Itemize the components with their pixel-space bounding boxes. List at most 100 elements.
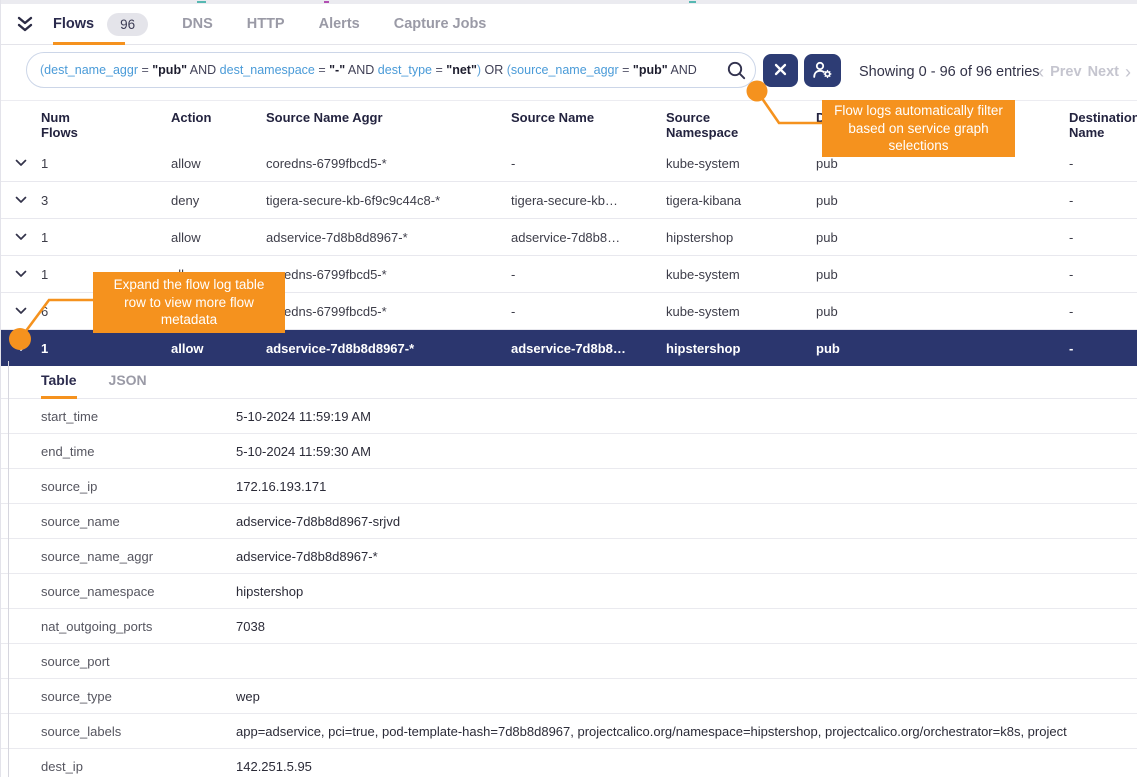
cell-destination-name: -: [1069, 230, 1137, 245]
expand-row-chevron-icon[interactable]: [1, 307, 41, 315]
cell-destination-name: -: [1069, 156, 1137, 171]
detail-field-row: source_type wep: [1, 679, 1137, 714]
callout-filter-text: Flow logs automatically filter based on …: [832, 102, 1005, 155]
detail-field-row: source_name_aggr adservice-7d8b8d8967-*: [1, 539, 1137, 574]
detail-tab-json-label: JSON: [109, 372, 147, 388]
table-row[interactable]: 1 allow adservice-7d8b8d8967-* adservice…: [1, 219, 1137, 256]
detail-field-key: source_name: [41, 514, 236, 529]
cell-source-namespace: tigera-kibana: [666, 193, 816, 208]
expand-row-chevron-icon[interactable]: [1, 270, 41, 278]
cell-source-name-aggr: adservice-7d8b8d8967-*: [266, 341, 511, 356]
search-icon[interactable]: [727, 61, 746, 80]
close-icon: [774, 63, 787, 79]
detail-field-row: end_time 5-10-2024 11:59:30 AM: [1, 434, 1137, 469]
detail-tabbar: Table JSON: [1, 361, 1137, 399]
col-header-num-flows: Num Flows: [41, 110, 171, 140]
query-token: =: [619, 63, 633, 77]
detail-field-value: 5-10-2024 11:59:30 AM: [236, 444, 1137, 459]
query-token: source_name_aggr: [511, 63, 619, 77]
cell-dest-name-aggr: pub: [816, 230, 1069, 245]
detail-tab-json[interactable]: JSON: [109, 361, 147, 398]
query-token: dest_namespace: [220, 63, 315, 77]
cell-action: allow: [171, 156, 266, 171]
tab-capture-jobs[interactable]: Capture Jobs: [394, 4, 487, 44]
next-button[interactable]: Next: [1088, 64, 1119, 80]
detail-field-row: source_name adservice-7d8b8d8967-srjvd: [1, 504, 1137, 539]
flows-count-badge: 96: [107, 13, 148, 36]
user-gear-icon: [812, 60, 833, 82]
filter-query-input[interactable]: (dest_name_aggr = "pub" AND dest_namespa…: [26, 52, 756, 88]
query-token: "pub": [633, 63, 668, 77]
cell-source-name-aggr: coredns-6799fbcd5-*: [266, 156, 511, 171]
cell-source-name: -: [511, 304, 666, 319]
user-settings-button[interactable]: [804, 54, 841, 87]
cell-source-name: adservice-7d8b8…: [511, 230, 666, 245]
tab-flows[interactable]: Flows 96: [53, 4, 148, 44]
detail-field-row: source_namespace hipstershop: [1, 574, 1137, 609]
cell-action: allow: [171, 230, 266, 245]
detail-field-row: dest_ip 142.251.5.95: [1, 749, 1137, 777]
cell-num-flows: 1: [41, 230, 171, 245]
query-token: OR: [481, 63, 507, 77]
cell-source-name-aggr: adservice-7d8b8d8967-*: [266, 230, 511, 245]
query-token: =: [138, 63, 152, 77]
next-chevron-icon[interactable]: ›: [1125, 62, 1131, 83]
expand-row-chevron-icon[interactable]: [1, 159, 41, 167]
tab-alerts-label: Alerts: [319, 16, 360, 32]
cell-dest-name-aggr: pub: [816, 193, 1069, 208]
pagination: ‹ Prev Next ›: [1035, 44, 1134, 100]
cell-dest-name-aggr: pub: [816, 267, 1069, 282]
detail-field-key: dest_ip: [41, 759, 236, 774]
clear-filter-button[interactable]: [763, 54, 798, 87]
tab-dns[interactable]: DNS: [182, 4, 213, 44]
query-token: AND: [187, 63, 220, 77]
log-type-tabbar: Flows 96 DNS HTTP Alerts Capture Jobs: [1, 4, 1137, 45]
callout-filter-tip: Flow logs automatically filter based on …: [822, 100, 1015, 157]
cell-source-namespace: kube-system: [666, 156, 816, 171]
detail-field-key: end_time: [41, 444, 236, 459]
detail-field-value: 5-10-2024 11:59:19 AM: [236, 409, 1137, 424]
clipped-mark: [197, 1, 206, 3]
col-header-action: Action: [171, 110, 266, 125]
expand-row-chevron-icon[interactable]: [1, 233, 41, 241]
expand-row-chevron-icon[interactable]: [1, 344, 41, 352]
collapse-panel-icon[interactable]: [15, 16, 35, 33]
tab-http-label: HTTP: [247, 16, 285, 32]
cell-destination-name: -: [1069, 267, 1137, 282]
expand-row-chevron-icon[interactable]: [1, 196, 41, 204]
detail-field-row: source_labels app=adservice, pci=true, p…: [1, 714, 1137, 749]
tab-alerts[interactable]: Alerts: [319, 4, 360, 44]
detail-field-row: source_ip 172.16.193.171: [1, 469, 1137, 504]
detail-field-key: nat_outgoing_ports: [41, 619, 236, 634]
detail-field-key: source_type: [41, 689, 236, 704]
col-header-source-name: Source Name: [511, 110, 666, 125]
cell-source-namespace: hipstershop: [666, 230, 816, 245]
query-token: dest_type: [378, 63, 432, 77]
cell-destination-name: -: [1069, 193, 1137, 208]
detail-field-row: nat_outgoing_ports 7038: [1, 609, 1137, 644]
detail-field-value: 172.16.193.171: [236, 479, 1137, 494]
detail-field-key: start_time: [41, 409, 236, 424]
tab-http[interactable]: HTTP: [247, 4, 285, 44]
detail-field-value: adservice-7d8b8d8967-*: [236, 549, 1137, 564]
cell-source-namespace: hipstershop: [666, 341, 816, 356]
query-token: "-": [329, 63, 345, 77]
cell-source-name: adservice-7d8b8…: [511, 341, 666, 356]
tab-flows-label: Flows: [53, 16, 94, 32]
callout-expand-text: Expand the flow log table row to view mo…: [103, 276, 275, 329]
detail-field-key: source_ip: [41, 479, 236, 494]
detail-active-tab-underline: [41, 396, 77, 399]
cell-action: deny: [171, 193, 266, 208]
col-header-source-namespace: Source Namespace: [666, 110, 816, 140]
prev-button[interactable]: Prev: [1050, 64, 1081, 80]
clipped-mark: [324, 1, 329, 3]
detail-field-value: hipstershop: [236, 584, 1137, 599]
table-row[interactable]: 3 deny tigera-secure-kb-6f9c9c44c8-* tig…: [1, 182, 1137, 219]
detail-field-value: 7038: [236, 619, 1137, 634]
detail-tab-table[interactable]: Table: [41, 361, 77, 398]
prev-chevron-icon[interactable]: ‹: [1038, 62, 1044, 83]
cell-source-name: tigera-secure-kb…: [511, 193, 666, 208]
detail-tab-table-label: Table: [41, 372, 77, 388]
cell-source-name-aggr: coredns-6799fbcd5-*: [266, 304, 511, 319]
entries-summary: Showing 0 - 96 of 96 entries: [859, 44, 1040, 100]
